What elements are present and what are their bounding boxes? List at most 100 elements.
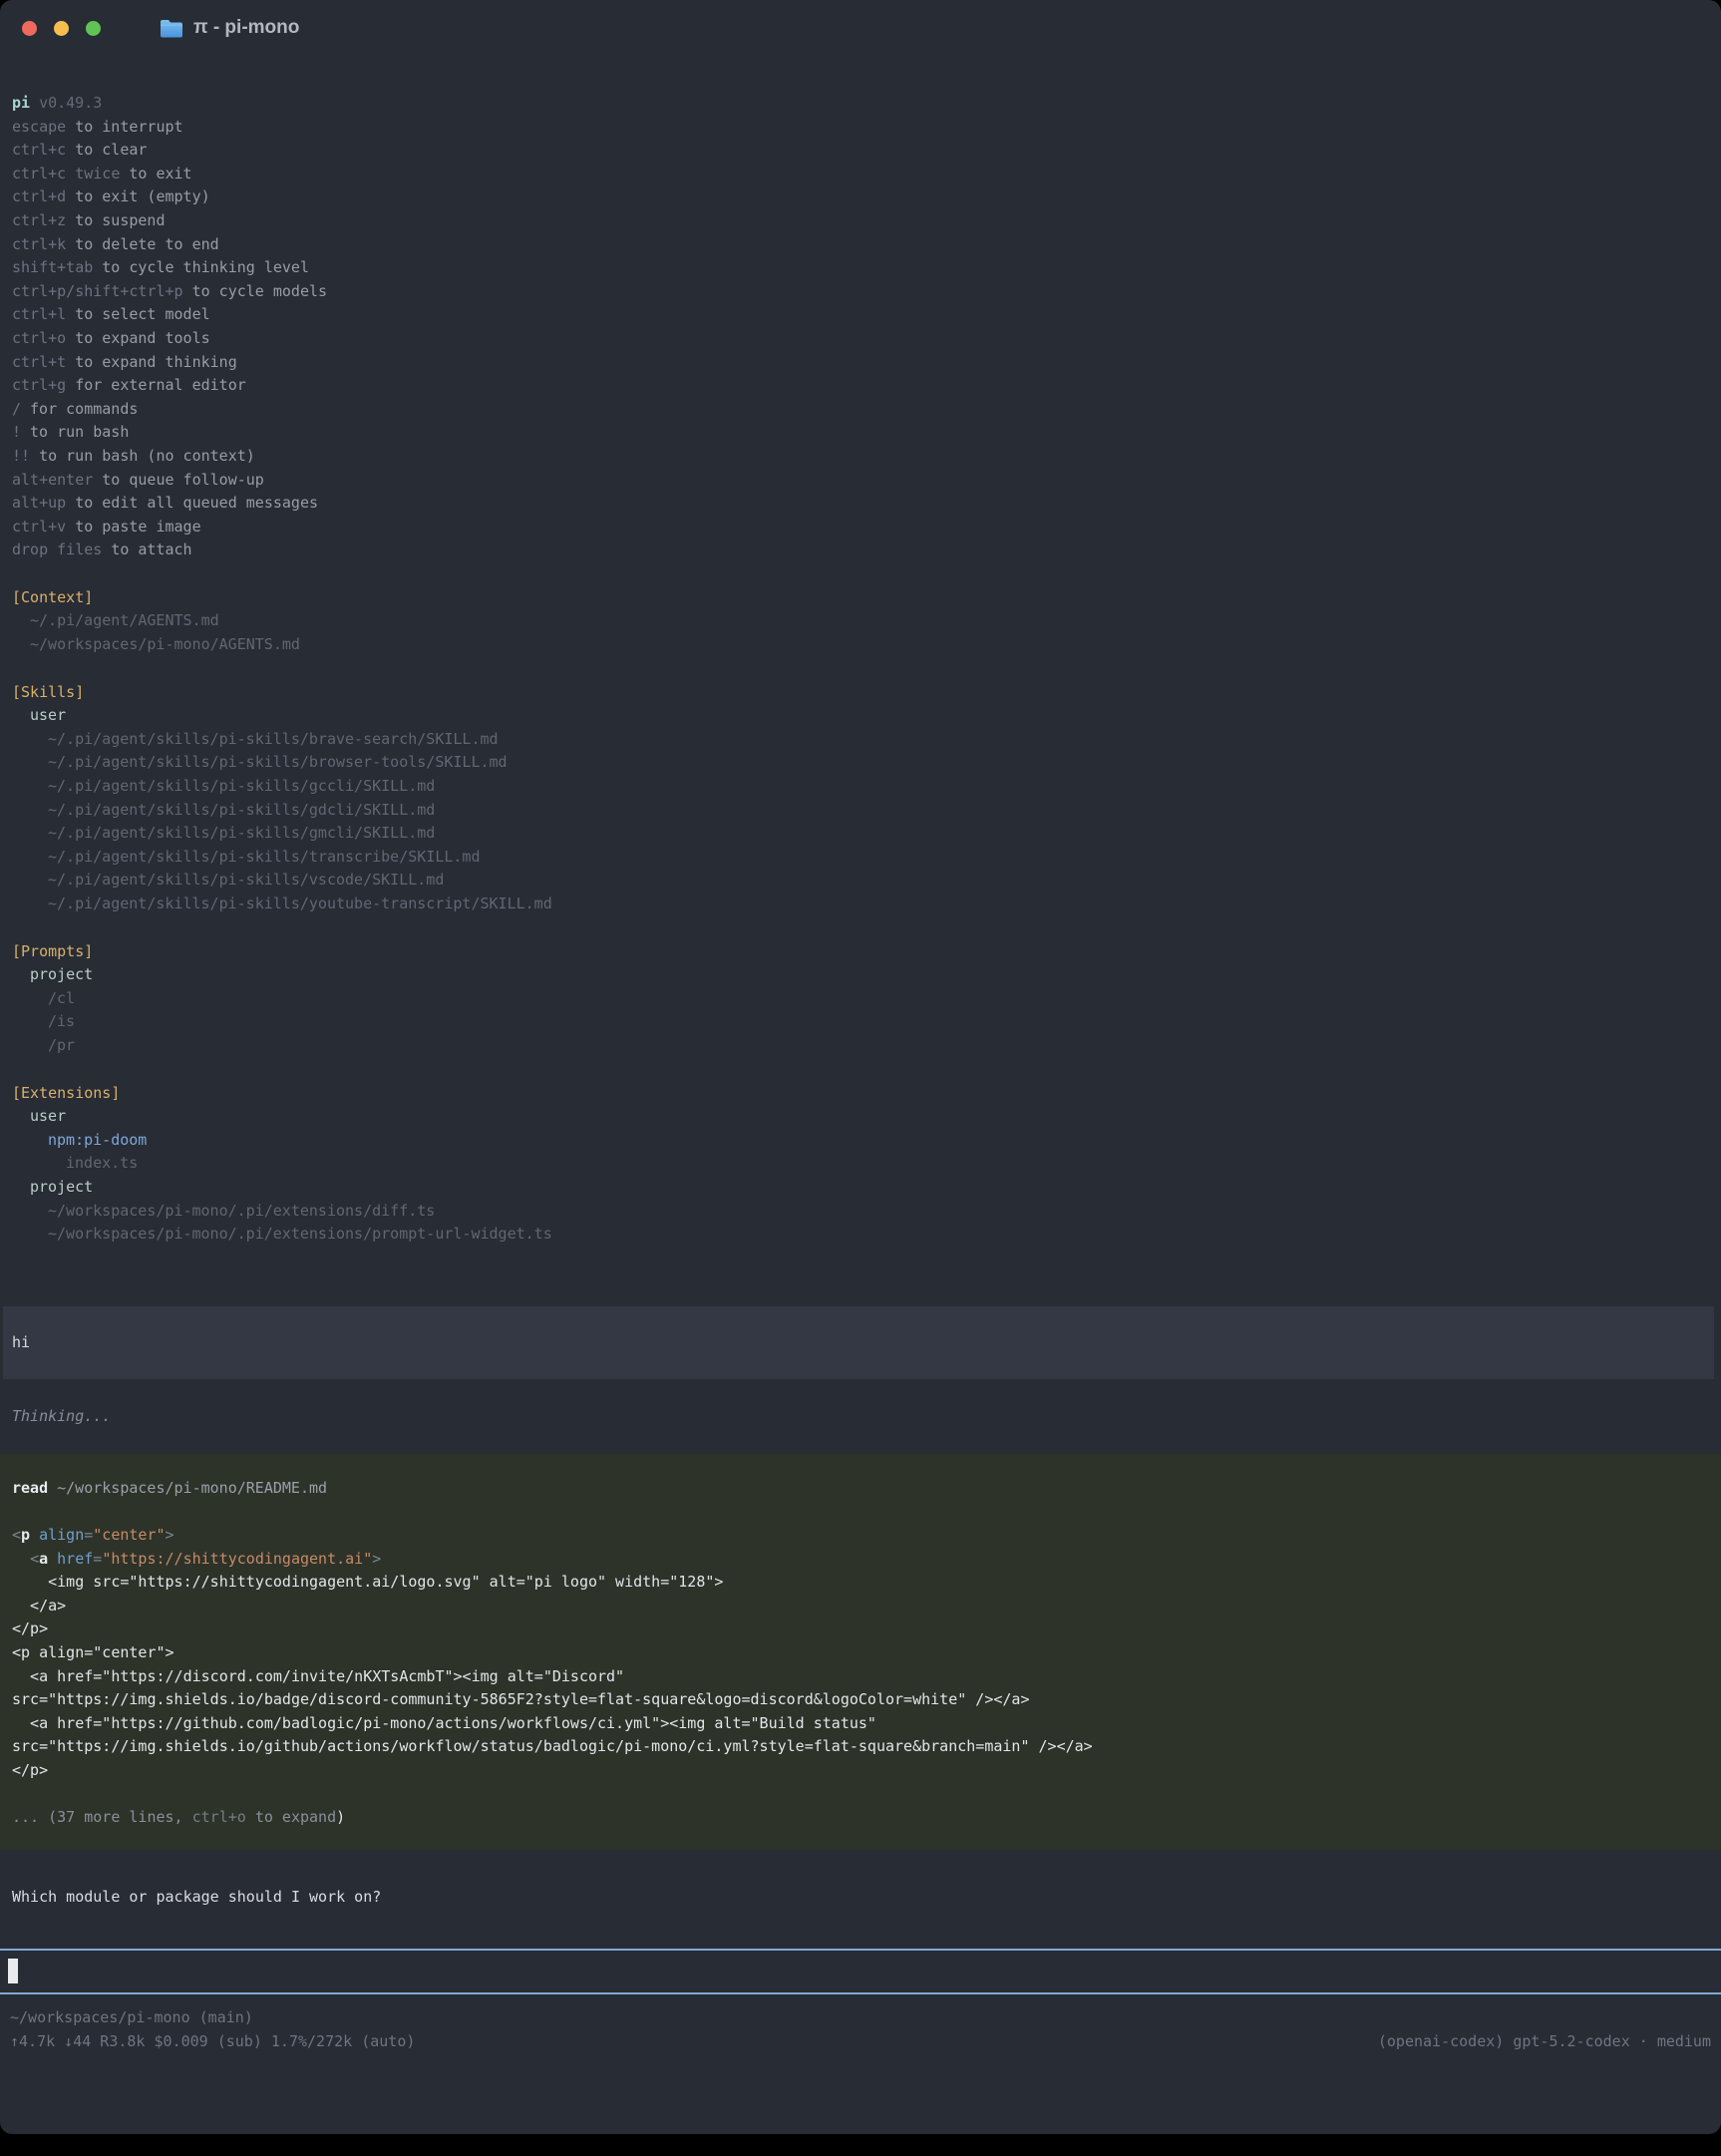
shortcut-desc: to queue follow-up <box>102 471 264 489</box>
terminal-window: π - pi-mono piv0.49.3 escapeto interrupt… <box>0 0 1721 2134</box>
shortcut-key: ctrl+v <box>12 518 66 536</box>
shortcut-desc: to exit <box>129 165 191 182</box>
folder-icon <box>160 18 183 38</box>
prompts-section-title: [Prompts] <box>12 940 1709 964</box>
user-message-text: hi <box>12 1333 30 1351</box>
code-line-segments: <p align="center"> <box>12 1643 174 1661</box>
usage-stats: ↑4.7k ↓44 R3.8k $0.009 (sub) 1.7%/272k (… <box>10 2030 415 2054</box>
code-segment: <p align="center"> <box>12 1643 174 1661</box>
app-name: pi <box>12 94 30 112</box>
skills-section: [Skills] user ~/.pi/agent/skills/pi-skil… <box>12 681 1709 916</box>
tool-output: <p align="center"> <a href="https://shit… <box>12 1524 1709 1783</box>
code-line-segments: </p> <box>12 1619 48 1637</box>
extension-file: ~/workspaces/pi-mono/.pi/extensions/diff… <box>12 1200 1709 1224</box>
shortcut-desc: to suspend <box>75 211 165 229</box>
code-segment: </a> <box>12 1597 66 1615</box>
code-segment: <img src="https://shittycodingagent.ai/l… <box>12 1573 723 1591</box>
shortcut-desc: for external editor <box>75 376 246 394</box>
code-segment <box>12 1550 30 1568</box>
shortcut-line: ctrl+lto select model <box>12 303 1709 327</box>
shortcut-key: ctrl+k <box>12 235 66 253</box>
code-line: </p> <box>12 1617 1709 1641</box>
code-segment: = <box>84 1526 93 1544</box>
code-line-segments: src="https://img.shields.io/badge/discor… <box>12 1690 1029 1708</box>
code-line-segments: <a href="https://shittycodingagent.ai"> <box>12 1550 381 1568</box>
truncation-segment: to expand <box>246 1808 336 1826</box>
title-group: π - pi-mono <box>160 16 299 40</box>
shortcut-key: / <box>12 400 21 418</box>
code-line: <a href="https://discord.com/invite/nKXT… <box>12 1665 1709 1689</box>
prompt-input[interactable] <box>0 1949 1721 1994</box>
code-line: src="https://img.shields.io/badge/discor… <box>12 1688 1709 1712</box>
shortcut-desc: to interrupt <box>75 118 182 136</box>
context-section-title: [Context] <box>12 586 1709 610</box>
shortcut-desc: to exit (empty) <box>75 187 209 205</box>
model-indicator: (openai-codex) gpt-5.2-codex · medium <box>1378 2030 1711 2054</box>
code-line-segments: <a href="https://discord.com/invite/nKXT… <box>12 1667 624 1685</box>
skill-file: ~/.pi/agent/skills/pi-skills/transcribe/… <box>12 846 1709 870</box>
code-segment: "center" <box>93 1526 165 1544</box>
extensions-user-scope: user <box>12 1105 1709 1129</box>
code-segment: = <box>93 1550 102 1568</box>
shortcut-list: escape to interrupt ctrl+cto clear ctrl+c… <box>12 116 1709 562</box>
shortcut-line: !!to run bash (no context) <box>12 445 1709 469</box>
code-line: <p align="center"> <box>12 1641 1709 1665</box>
code-segment: a <box>39 1550 48 1568</box>
extension-file-list: ~/workspaces/pi-mono/.pi/extensions/diff… <box>12 1200 1709 1247</box>
prompts-section: [Prompts] project /cl /is /pr <box>12 940 1709 1058</box>
code-line-segments: <p align="center"> <box>12 1526 174 1544</box>
truncation-segments: ... (37 more lines, ctrl+o to expand) <box>12 1808 345 1826</box>
window-title: π - pi-mono <box>193 16 299 40</box>
code-segment: > <box>166 1526 174 1544</box>
shortcut-line: ctrl+tto expand thinking <box>12 351 1709 375</box>
code-line-segments: src="https://img.shields.io/github/actio… <box>12 1737 1093 1755</box>
shortcut-desc: to attach <box>111 540 191 558</box>
code-line-segments: <img src="https://shittycodingagent.ai/l… <box>12 1573 723 1591</box>
shortcut-line: ctrl+gfor external editor <box>12 374 1709 398</box>
skill-file: ~/.pi/agent/skills/pi-skills/gdcli/SKILL… <box>12 799 1709 823</box>
context-section: [Context] ~/.pi/agent/AGENTS.md ~/worksp… <box>12 586 1709 657</box>
shortcut-line: ctrl+oto expand tools <box>12 327 1709 351</box>
minimize-button[interactable] <box>54 21 69 36</box>
skill-file: ~/.pi/agent/skills/pi-skills/gccli/SKILL… <box>12 775 1709 799</box>
shortcut-key: ctrl+o <box>12 329 66 347</box>
shortcut-line: ctrl+cto clear <box>12 139 1709 163</box>
prompt-command: /is <box>12 1010 1709 1034</box>
skill-file: ~/.pi/agent/skills/pi-skills/browser-too… <box>12 751 1709 775</box>
shortcut-key: escape <box>12 118 66 136</box>
code-segment: p <box>21 1526 30 1544</box>
close-button[interactable] <box>22 21 37 36</box>
shortcut-key: shift+tab <box>12 258 93 276</box>
shortcut-desc: for commands <box>30 400 138 418</box>
shortcut-line: shift+tabto cycle thinking level <box>12 256 1709 280</box>
shortcut-line: !to run bash <box>12 421 1709 445</box>
code-segment: "https://shittycodingagent.ai" <box>102 1550 372 1568</box>
code-line-segments: </a> <box>12 1597 66 1615</box>
code-line: src="https://img.shields.io/github/actio… <box>12 1735 1709 1759</box>
code-line-segments: <a href="https://github.com/badlogic/pi-… <box>12 1714 876 1732</box>
zoom-button[interactable] <box>86 21 101 36</box>
read-tool-block: read~/workspaces/pi-mono/README.md <p al… <box>0 1454 1721 1850</box>
shortcut-line: drop files to attach <box>12 539 1709 562</box>
truncation-segment: ctrl+o <box>192 1808 246 1826</box>
skills-section-title: [Skills] <box>12 681 1709 705</box>
shortcut-key: drop files <box>12 540 102 558</box>
extension-package-file: index.ts <box>12 1152 1709 1176</box>
shortcut-line: ctrl+p/shift+ctrl+pto cycle models <box>12 280 1709 304</box>
code-line: <a href="https://github.com/badlogic/pi-… <box>12 1712 1709 1736</box>
shortcut-line: ctrl+c twiceto exit <box>12 163 1709 186</box>
shortcut-desc: to cycle models <box>192 282 327 300</box>
bottom-area: ~/workspaces/pi-mono (main) ↑4.7k ↓44 R3… <box>0 1949 1721 2053</box>
blank-line <box>12 1783 1709 1807</box>
shortcut-key: alt+up <box>12 494 66 512</box>
context-file: ~/.pi/agent/AGENTS.md <box>12 609 1709 633</box>
shortcut-key: alt+enter <box>12 471 93 489</box>
tool-name: read <box>12 1479 48 1497</box>
text-cursor <box>8 1959 18 1983</box>
code-segment: < <box>30 1550 39 1568</box>
shortcut-desc: to select model <box>75 305 209 323</box>
extension-package: npm:pi-doom <box>12 1129 1709 1153</box>
code-segment: < <box>12 1526 21 1544</box>
code-segment: href <box>57 1550 93 1568</box>
skill-file: ~/.pi/agent/skills/pi-skills/gmcli/SKILL… <box>12 822 1709 846</box>
